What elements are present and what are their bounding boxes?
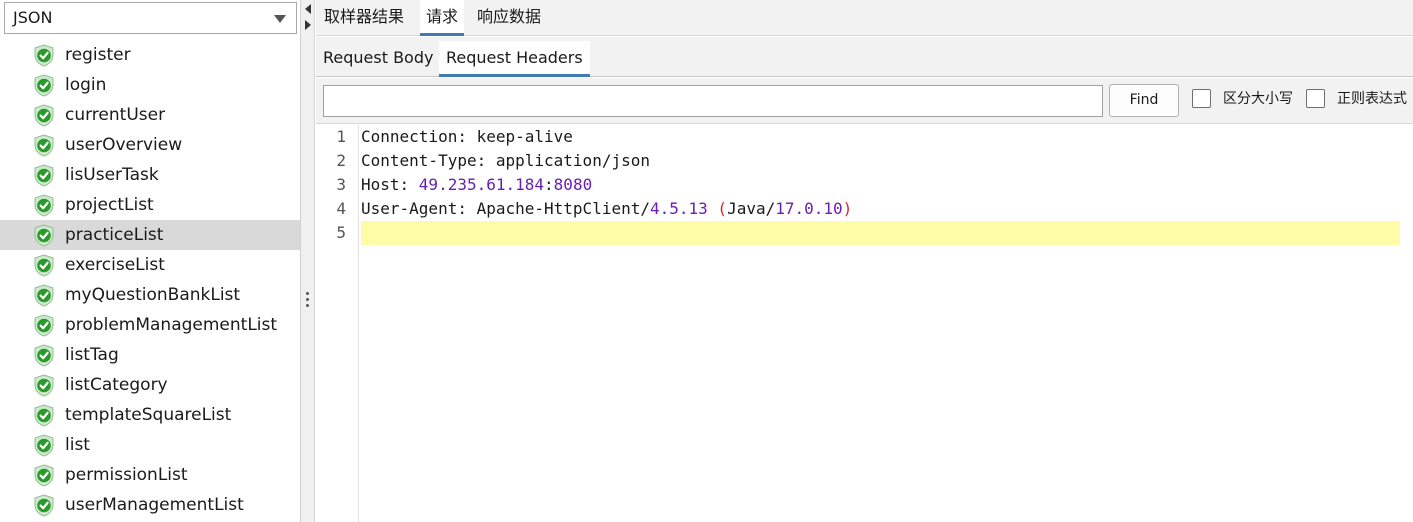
tab-request-body[interactable]: Request Body	[316, 41, 440, 77]
drag-handle-icon[interactable]	[306, 292, 310, 310]
sample-label: list	[65, 435, 90, 455]
sample-item[interactable]: login	[0, 70, 300, 100]
result-detail-panel: 取样器结果 请求 响应数据 Request Body Request Heade…	[316, 0, 1413, 522]
line-number-gutter: 1 2 3 4 5	[316, 125, 359, 522]
renderer-select[interactable]: JSON	[4, 2, 297, 34]
sample-label: currentUser	[65, 105, 166, 125]
header-line: Connection: keep-alive	[361, 127, 573, 146]
sample-label: practiceList	[65, 225, 164, 245]
sample-item[interactable]: problemManagementList	[0, 310, 300, 340]
sample-item[interactable]: templateSquareList	[0, 400, 300, 430]
sample-label: register	[65, 45, 131, 65]
line-number: 2	[336, 151, 346, 170]
sample-label: login	[65, 75, 107, 95]
main-tab-bar: 取样器结果 请求 响应数据	[316, 0, 1413, 36]
line-number: 5	[336, 223, 346, 242]
sample-item[interactable]: list	[0, 430, 300, 460]
success-shield-icon	[34, 434, 54, 457]
success-shield-icon	[34, 464, 54, 487]
sample-item[interactable]: currentUser	[0, 100, 300, 130]
renderer-select-value: JSON	[13, 8, 53, 27]
sample-item[interactable]: exerciseList	[0, 250, 300, 280]
find-bar: Find 区分大小写 正则表达式	[316, 78, 1413, 124]
success-shield-icon	[34, 284, 54, 307]
success-shield-icon	[34, 224, 54, 247]
sample-item[interactable]: userManagementList	[0, 490, 300, 520]
success-shield-icon	[34, 44, 54, 67]
sample-label: problemManagementList	[65, 315, 278, 335]
success-shield-icon	[34, 314, 54, 337]
tab-response-data[interactable]: 响应数据	[471, 0, 547, 36]
search-input[interactable]	[323, 85, 1103, 117]
chevron-down-icon[interactable]	[274, 15, 286, 23]
sample-result-list: register login currentUser userOverview lisU…	[0, 40, 300, 520]
sample-item[interactable]: lisUserTask	[0, 160, 300, 190]
current-line	[361, 221, 1400, 245]
sample-item[interactable]: projectList	[0, 190, 300, 220]
success-shield-icon	[34, 374, 54, 397]
sample-label: listCategory	[65, 375, 168, 395]
header-line: Content-Type: application/json	[361, 151, 650, 170]
case-sensitive-checkbox[interactable]	[1192, 89, 1211, 108]
sample-label: lisUserTask	[65, 165, 159, 185]
header-line: User-Agent: Apache-HttpClient/4.5.13 (Ja…	[361, 199, 853, 218]
line-number: 4	[336, 199, 346, 218]
sample-item[interactable]: permissionList	[0, 460, 300, 490]
request-sub-tab-bar: Request Body Request Headers	[316, 37, 1413, 77]
sample-label: permissionList	[65, 465, 188, 485]
regex-checkbox[interactable]	[1306, 89, 1325, 108]
line-number: 1	[336, 127, 346, 146]
success-shield-icon	[34, 494, 54, 517]
regex-label: 正则表达式	[1337, 91, 1407, 107]
sample-item[interactable]: userOverview	[0, 130, 300, 160]
panel-splitter[interactable]	[301, 0, 315, 522]
sample-label: userManagementList	[65, 495, 244, 515]
sample-item[interactable]: register	[0, 40, 300, 70]
sample-item[interactable]: listCategory	[0, 370, 300, 400]
sample-label: exerciseList	[65, 255, 165, 275]
sample-item[interactable]: practiceList	[0, 220, 300, 250]
case-sensitive-label: 区分大小写	[1223, 91, 1293, 107]
collapse-right-icon[interactable]	[305, 20, 311, 30]
success-shield-icon	[34, 134, 54, 157]
success-shield-icon	[34, 164, 54, 187]
sample-item[interactable]: myQuestionBankList	[0, 280, 300, 310]
success-shield-icon	[34, 404, 54, 427]
success-shield-icon	[34, 104, 54, 127]
sample-item[interactable]: listTag	[0, 340, 300, 370]
sample-label: templateSquareList	[65, 405, 232, 425]
success-shield-icon	[34, 74, 54, 97]
sample-label: listTag	[65, 345, 119, 365]
success-shield-icon	[34, 344, 54, 367]
success-shield-icon	[34, 254, 54, 277]
sample-label: projectList	[65, 195, 154, 215]
success-shield-icon	[34, 194, 54, 217]
tab-request-headers[interactable]: Request Headers	[439, 41, 590, 77]
sample-label: userOverview	[65, 135, 183, 155]
sampler-tree-panel: JSON register login currentUser userOvervie…	[0, 0, 301, 522]
collapse-left-icon[interactable]	[305, 4, 311, 14]
find-button[interactable]: Find	[1109, 84, 1179, 117]
line-number: 3	[336, 175, 346, 194]
tab-request[interactable]: 请求	[420, 0, 465, 36]
tab-sampler-result[interactable]: 取样器结果	[318, 0, 410, 36]
headers-editor[interactable]: 1 2 3 4 5 Connection: keep-alive Content…	[316, 125, 1413, 522]
header-line: Host: 49.235.61.184:8080	[361, 175, 593, 194]
sample-label: myQuestionBankList	[65, 285, 241, 305]
